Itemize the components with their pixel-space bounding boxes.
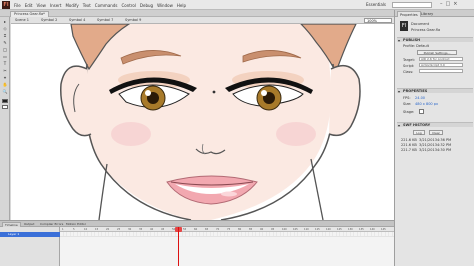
left-ear xyxy=(60,65,92,137)
history-date: 3/21/2013 xyxy=(419,148,437,152)
menu-debug[interactable]: Debug xyxy=(140,3,153,8)
menu-file[interactable]: File xyxy=(14,3,21,8)
clear-button[interactable]: Clear xyxy=(429,130,443,135)
eyedropper-tool-icon[interactable]: ⌖ xyxy=(2,75,8,80)
layer-list: Layer 1 xyxy=(0,227,60,266)
menu-text[interactable]: Text xyxy=(83,3,91,8)
transform-tool-icon[interactable]: ⌗ xyxy=(2,33,8,38)
menu-commands[interactable]: Commands xyxy=(95,3,118,8)
fps-value[interactable]: 24.00 xyxy=(415,96,425,100)
layer-frames-row[interactable] xyxy=(60,232,394,237)
swf-history-section-header[interactable]: SWF HISTORY xyxy=(397,122,473,128)
menu-insert[interactable]: Insert xyxy=(50,3,61,8)
menu-help[interactable]: Help xyxy=(177,3,186,8)
history-size: 221.6 KB xyxy=(401,143,417,147)
edit-bar: Scene 1 Symbol 2 Symbol 4 Symbol 7 Symbo… xyxy=(11,17,394,24)
menu-modify[interactable]: Modify xyxy=(65,3,78,8)
breadcrumb-symbol-9[interactable]: Symbol 9 xyxy=(125,18,141,23)
breadcrumb-symbol-2[interactable]: Symbol 2 xyxy=(41,18,57,23)
history-time: 4:36 PM xyxy=(437,138,452,142)
maximize-button[interactable]: □ xyxy=(446,1,451,7)
breadcrumb-symbol-7[interactable]: Symbol 7 xyxy=(97,18,113,23)
timeline-panel: Timeline Output Compiler Errors Motion E… xyxy=(0,220,394,266)
menu-bar: Fl File Edit View Insert Modify Text Com… xyxy=(0,0,474,10)
size-label: Size: xyxy=(403,102,412,106)
flash-ide-window: Fl File Edit View Insert Modify Text Com… xyxy=(0,0,474,266)
menu-list: File Edit View Insert Modify Text Comman… xyxy=(14,0,186,10)
target-label: Target: xyxy=(403,58,416,62)
size-value[interactable]: 480 x 800 px xyxy=(415,102,438,106)
layer-row[interactable]: Layer 1 xyxy=(0,232,60,237)
history-size: 221.6 KB xyxy=(401,138,417,142)
help-search-input[interactable] xyxy=(392,2,432,8)
playhead-line[interactable] xyxy=(178,227,179,266)
window-controls: – □ × xyxy=(440,1,457,7)
face-artwork xyxy=(60,24,361,220)
stroke-color-swatch[interactable] xyxy=(2,99,8,103)
subselection-tool-icon[interactable]: ◇ xyxy=(2,26,8,31)
pencil-tool-icon[interactable]: ✎ xyxy=(2,40,8,45)
fps-label: FPS: xyxy=(403,96,411,100)
breadcrumb-symbol-4[interactable]: Symbol 4 xyxy=(69,18,85,23)
history-size: 221.7 KB xyxy=(401,148,417,152)
selection-tool-icon[interactable]: ▸ xyxy=(2,19,8,24)
menu-control[interactable]: Control xyxy=(121,3,135,8)
tab-properties[interactable]: Properties xyxy=(397,11,421,17)
doc-type-label: Document xyxy=(411,22,430,26)
history-time: 4:30 PM xyxy=(437,148,452,152)
stage-color-swatch[interactable] xyxy=(419,109,424,114)
panel-tabs: Properties Library xyxy=(395,10,474,17)
rectangle-tool-icon[interactable]: ▭ xyxy=(2,54,8,59)
fill-color-swatch[interactable] xyxy=(2,105,8,109)
script-select[interactable]: ActionScript 3.0 xyxy=(419,63,463,67)
zoom-select[interactable]: 100% xyxy=(364,18,392,23)
properties-panel: Properties Library Fl Document Princess … xyxy=(394,10,474,266)
breadcrumb-scene[interactable]: Scene 1 xyxy=(15,18,29,23)
tab-library[interactable]: Library xyxy=(419,11,435,17)
app-logo: Fl xyxy=(2,1,10,9)
properties-section-header[interactable]: PROPERTIES xyxy=(397,88,473,94)
menu-edit[interactable]: Edit xyxy=(25,3,33,8)
doc-name-label: Princess Gear.fla xyxy=(411,28,441,32)
zoom-tool-icon[interactable]: 🔍 xyxy=(2,89,8,94)
target-select[interactable]: AIR 2.6 for Android xyxy=(419,57,463,61)
history-time: 4:32 PM xyxy=(437,143,452,147)
tools-panel: ▸ ◇ ⌗ ✎ ◯ ▭ T ✂ ⌖ ✋ 🔍 xyxy=(0,17,10,220)
right-ear xyxy=(328,64,361,137)
workspace-switcher[interactable]: Essentials xyxy=(366,2,386,7)
profile-label: Profile: Default xyxy=(403,44,429,48)
menu-window[interactable]: Window xyxy=(157,3,173,8)
document-tab-bar: Princess Gear.fla* xyxy=(0,10,394,17)
log-button[interactable]: Log xyxy=(413,130,425,135)
script-label: Script: xyxy=(403,64,415,68)
oval-tool-icon[interactable]: ◯ xyxy=(2,47,8,52)
hand-tool-icon[interactable]: ✋ xyxy=(2,82,8,87)
stage-canvas[interactable] xyxy=(11,24,394,220)
history-date: 3/21/2013 xyxy=(419,143,437,147)
class-label: Class: xyxy=(403,70,414,74)
publish-settings-button[interactable]: Publish Settings... xyxy=(417,50,457,55)
history-date: 3/21/2013 xyxy=(419,138,437,142)
stage-color-label: Stage: xyxy=(403,110,415,114)
fla-document-icon: Fl xyxy=(400,21,408,31)
close-button[interactable]: × xyxy=(453,1,457,7)
minimize-button[interactable]: – xyxy=(440,1,443,7)
text-tool-icon[interactable]: T xyxy=(2,61,8,66)
frame-grid[interactable]: 1 5 10 15 20 25 30 35 40 45 50 55 60 65 70 75 80 85 90 95 10… xyxy=(60,227,394,266)
class-input[interactable] xyxy=(419,69,463,73)
eraser-tool-icon[interactable]: ✂ xyxy=(2,68,8,73)
menu-view[interactable]: View xyxy=(36,3,46,8)
publish-section-header[interactable]: PUBLISH xyxy=(397,37,473,43)
